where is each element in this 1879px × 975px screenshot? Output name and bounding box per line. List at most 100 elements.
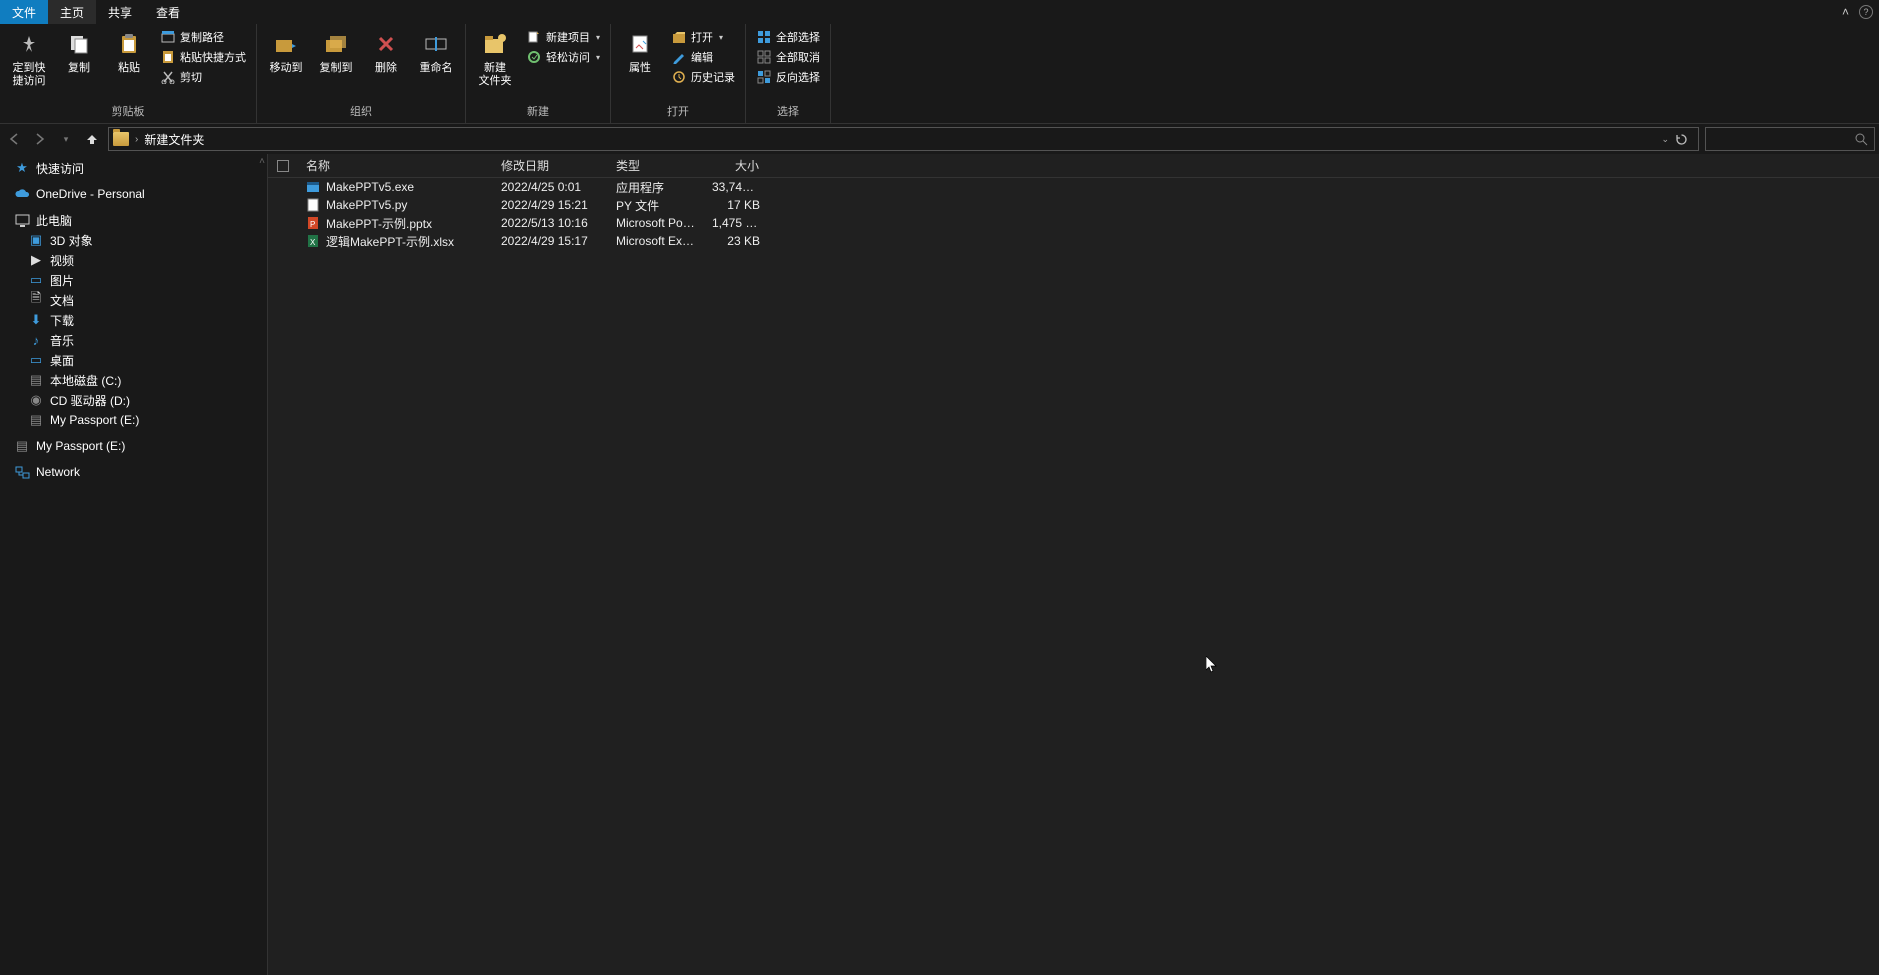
ribbon: 定到快 捷访问 复制 粘贴 复制路径 bbox=[0, 24, 1879, 124]
rename-button[interactable]: 重命名 bbox=[413, 26, 459, 75]
move-to-icon bbox=[272, 30, 300, 58]
pictures-icon: ▭ bbox=[28, 272, 44, 288]
breadcrumb-current[interactable]: 新建文件夹 bbox=[144, 131, 204, 148]
tab-home[interactable]: 主页 bbox=[48, 0, 96, 24]
cloud-icon bbox=[14, 186, 30, 202]
column-header-date[interactable]: 修改日期 bbox=[493, 157, 608, 174]
sidebar-item-music[interactable]: ♪音乐 bbox=[0, 330, 267, 350]
search-icon bbox=[1855, 133, 1868, 146]
column-header-size[interactable]: 大小 bbox=[704, 157, 768, 174]
star-icon: ★ bbox=[14, 160, 30, 176]
select-all-checkbox[interactable] bbox=[268, 160, 298, 172]
tab-view[interactable]: 查看 bbox=[144, 0, 192, 24]
copy-path-button[interactable]: 复制路径 bbox=[156, 28, 250, 46]
pin-quick-access-button[interactable]: 定到快 捷访问 bbox=[6, 26, 52, 88]
table-row[interactable]: X逻辑MakePPT-示例.xlsx2022/4/29 15:17Microso… bbox=[268, 232, 1879, 250]
svg-text:X: X bbox=[310, 238, 316, 247]
sidebar-quick-access[interactable]: ★ 快速访问 bbox=[0, 158, 267, 178]
sidebar-item-3d-objects[interactable]: ▣3D 对象 bbox=[0, 230, 267, 250]
copy-path-icon bbox=[160, 29, 176, 45]
easy-access-button[interactable]: 轻松访问▾ bbox=[522, 48, 604, 66]
history-button[interactable]: 历史记录 bbox=[667, 68, 739, 86]
select-all-button[interactable]: 全部选择 bbox=[752, 28, 824, 46]
nav-forward-button[interactable] bbox=[30, 129, 50, 149]
column-header-name[interactable]: 名称 bbox=[298, 157, 493, 174]
new-folder-button[interactable]: 新建 文件夹 bbox=[472, 26, 518, 88]
select-none-button[interactable]: 全部取消 bbox=[752, 48, 824, 66]
copy-to-button[interactable]: 复制到 bbox=[313, 26, 359, 75]
column-headers: 名称 修改日期 类型 大小 bbox=[268, 154, 1879, 178]
file-type-icon bbox=[306, 198, 320, 212]
sidebar-passport-root[interactable]: ▤ My Passport (E:) bbox=[0, 436, 267, 456]
sidebar-item-videos[interactable]: ▶视频 bbox=[0, 250, 267, 270]
address-input[interactable]: › 新建文件夹 ⌄ bbox=[108, 127, 1699, 151]
properties-button[interactable]: 属性 bbox=[617, 26, 663, 75]
sidebar-this-pc[interactable]: 此电脑 bbox=[0, 210, 267, 230]
copy-to-icon bbox=[322, 30, 350, 58]
file-type: Microsoft Excel ... bbox=[608, 234, 704, 248]
sidebar-item-downloads[interactable]: ⬇下载 bbox=[0, 310, 267, 330]
sidebar-onedrive[interactable]: OneDrive - Personal bbox=[0, 184, 267, 204]
easy-access-icon bbox=[526, 49, 542, 65]
objects-icon: ▣ bbox=[28, 232, 44, 248]
ribbon-group-label-new: 新建 bbox=[472, 101, 604, 123]
breadcrumb-sep-icon: › bbox=[135, 134, 138, 145]
move-to-button[interactable]: 移动到 bbox=[263, 26, 309, 75]
cut-icon bbox=[160, 69, 176, 85]
ribbon-group-organize: 移动到 复制到 删除 重命名 组织 bbox=[257, 24, 466, 123]
paste-button[interactable]: 粘贴 bbox=[106, 26, 152, 75]
rename-icon bbox=[422, 30, 450, 58]
refresh-icon[interactable] bbox=[1675, 133, 1688, 146]
sidebar-item-pictures[interactable]: ▭图片 bbox=[0, 270, 267, 290]
drive-icon: ▤ bbox=[14, 438, 30, 454]
sidebar-item-drive-d[interactable]: ◉CD 驱动器 (D:) bbox=[0, 390, 267, 410]
nav-recent-dropdown[interactable]: ▾ bbox=[56, 129, 76, 149]
ribbon-collapse-icon[interactable]: ˄ bbox=[1842, 5, 1849, 19]
paste-shortcut-icon bbox=[160, 49, 176, 65]
delete-button[interactable]: 删除 bbox=[363, 26, 409, 75]
nav-back-button[interactable] bbox=[4, 129, 24, 149]
ribbon-group-label-open: 打开 bbox=[617, 101, 739, 123]
sidebar-scroll-up-icon[interactable]: ˄ bbox=[259, 156, 265, 167]
file-type: 应用程序 bbox=[608, 179, 704, 196]
file-type: Microsoft Power... bbox=[608, 216, 704, 230]
table-row[interactable]: PMakePPT-示例.pptx2022/5/13 10:16Microsoft… bbox=[268, 214, 1879, 232]
new-item-button[interactable]: 新建项目▾ bbox=[522, 28, 604, 46]
video-icon: ▶ bbox=[28, 252, 44, 268]
paste-shortcut-button[interactable]: 粘贴快捷方式 bbox=[156, 48, 250, 66]
select-all-icon bbox=[756, 29, 772, 45]
cd-drive-icon: ◉ bbox=[28, 392, 44, 408]
nav-up-button[interactable] bbox=[82, 129, 102, 149]
drive-icon: ▤ bbox=[28, 372, 44, 388]
help-icon[interactable]: ? bbox=[1859, 5, 1873, 19]
folder-icon bbox=[113, 132, 129, 146]
sidebar-network[interactable]: Network bbox=[0, 462, 267, 482]
address-dropdown-icon[interactable]: ⌄ bbox=[1661, 134, 1669, 145]
open-button[interactable]: 打开▾ bbox=[667, 28, 739, 46]
file-date: 2022/5/13 10:16 bbox=[493, 216, 608, 230]
tab-share[interactable]: 共享 bbox=[96, 0, 144, 24]
file-size: 33,748 KB bbox=[704, 180, 768, 194]
invert-selection-button[interactable]: 反向选择 bbox=[752, 68, 824, 86]
navigation-pane[interactable]: ˄ ★ 快速访问 OneDrive - Personal 此电脑 ▣3D 对象 … bbox=[0, 154, 268, 975]
desktop-icon: ▭ bbox=[28, 352, 44, 368]
sidebar-item-drive-c[interactable]: ▤本地磁盘 (C:) bbox=[0, 370, 267, 390]
search-input[interactable] bbox=[1705, 127, 1875, 151]
file-date: 2022/4/25 0:01 bbox=[493, 180, 608, 194]
file-type-icon: X bbox=[306, 234, 320, 248]
tab-file[interactable]: 文件 bbox=[0, 0, 48, 24]
table-row[interactable]: MakePPTv5.py2022/4/29 15:21PY 文件17 KB bbox=[268, 196, 1879, 214]
file-rows[interactable]: MakePPTv5.exe2022/4/25 0:01应用程序33,748 KB… bbox=[268, 178, 1879, 975]
music-icon: ♪ bbox=[28, 332, 44, 348]
table-row[interactable]: MakePPTv5.exe2022/4/25 0:01应用程序33,748 KB bbox=[268, 178, 1879, 196]
ribbon-group-label-clipboard: 剪贴板 bbox=[6, 101, 250, 123]
sidebar-item-documents[interactable]: 🗎文档 bbox=[0, 290, 267, 310]
file-list-pane: 名称 修改日期 类型 大小 MakePPTv5.exe2022/4/25 0:0… bbox=[268, 154, 1879, 975]
copy-button[interactable]: 复制 bbox=[56, 26, 102, 75]
ribbon-group-select: 全部选择 全部取消 反向选择 选择 bbox=[746, 24, 831, 123]
column-header-type[interactable]: 类型 bbox=[608, 157, 704, 174]
edit-button[interactable]: 编辑 bbox=[667, 48, 739, 66]
sidebar-item-drive-e[interactable]: ▤My Passport (E:) bbox=[0, 410, 267, 430]
cut-button[interactable]: 剪切 bbox=[156, 68, 250, 86]
sidebar-item-desktop[interactable]: ▭桌面 bbox=[0, 350, 267, 370]
